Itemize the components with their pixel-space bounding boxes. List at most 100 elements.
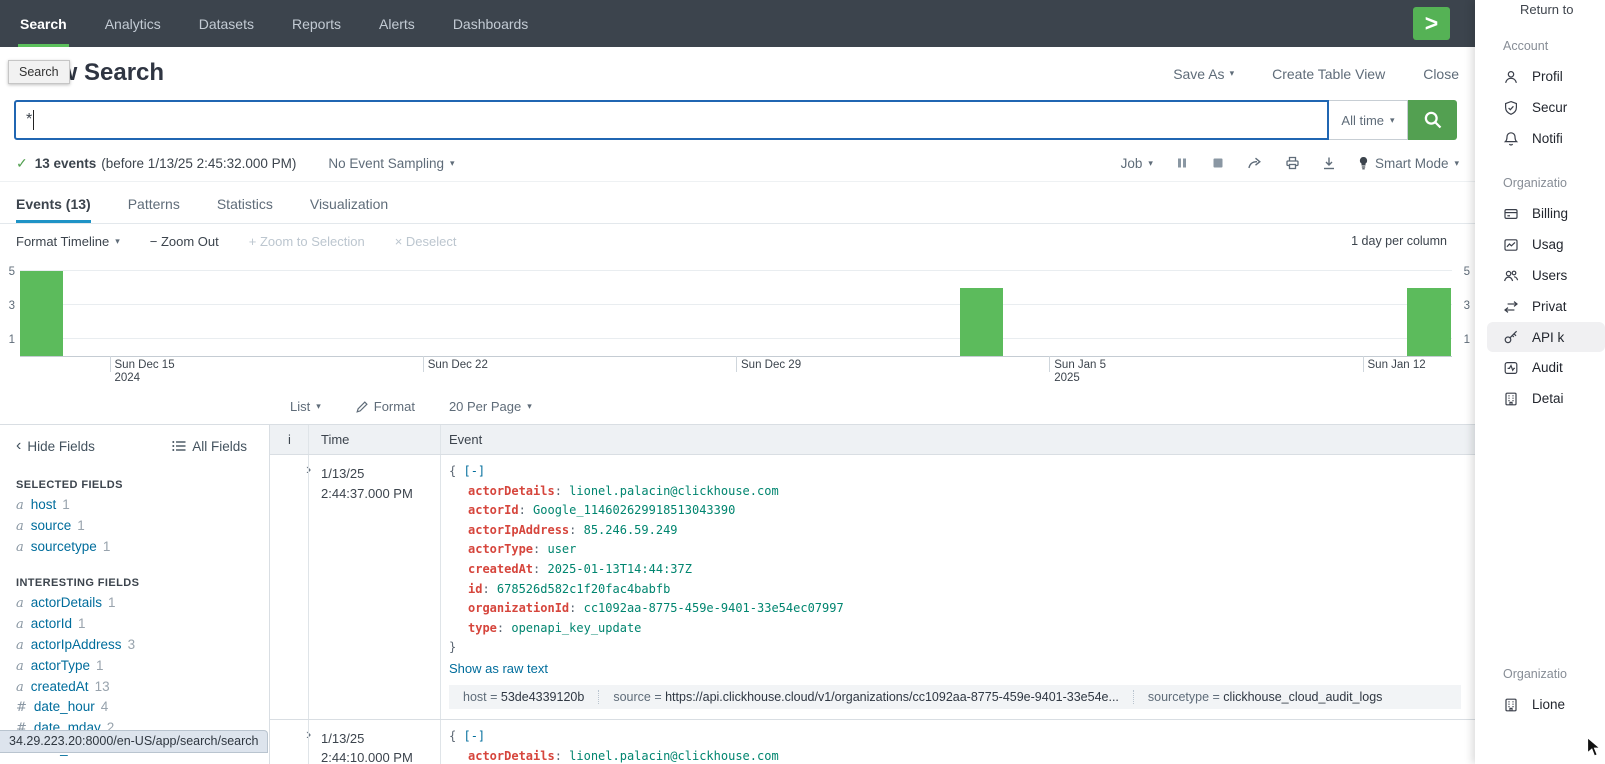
json-key[interactable]: createdAt — [468, 562, 533, 576]
field-actoripaddress[interactable]: aactorIpAddress3 — [16, 635, 269, 656]
print-button[interactable] — [1285, 156, 1300, 170]
share-button[interactable] — [1247, 156, 1263, 170]
panel-item-private-endpoints[interactable]: Privat — [1475, 291, 1605, 322]
json-value[interactable]: cc1092aa-8775-459e-9401-33e54ec07997 — [584, 601, 844, 615]
json-key[interactable]: actorIpAddress — [468, 523, 569, 537]
smart-mode-label: Smart Mode — [1375, 156, 1449, 171]
view-mode-menu[interactable]: List▾ — [290, 399, 321, 414]
return-to-link[interactable]: Return to — [1520, 2, 1605, 17]
caret-down-icon: ▾ — [1390, 115, 1395, 126]
all-fields-button[interactable]: All Fields — [172, 439, 247, 454]
field-createdat[interactable]: acreatedAt13 — [16, 677, 269, 698]
tab-events[interactable]: Events (13) — [16, 196, 91, 223]
tab-visualization[interactable]: Visualization — [310, 196, 388, 223]
field-date-hour[interactable]: #date_hour4 — [16, 697, 269, 718]
panel-item-audit[interactable]: Audit — [1475, 352, 1605, 383]
json-value[interactable]: 85.246.59.249 — [584, 523, 678, 537]
json-value[interactable]: lionel.palacin@clickhouse.com — [569, 749, 779, 763]
field-sourcetype[interactable]: asourcetype1 — [16, 537, 269, 558]
json-value[interactable]: lionel.palacin@clickhouse.com — [569, 484, 779, 498]
gridline — [20, 270, 1452, 271]
event-1-time[interactable]: 1/13/25 2:44:37.000 PM — [308, 455, 440, 719]
json-key[interactable]: actorDetails — [468, 484, 555, 498]
search-mode-menu[interactable]: Smart Mode ▾ — [1358, 156, 1459, 171]
nav-item-analytics[interactable]: Analytics — [105, 0, 161, 47]
panel-item-users[interactable]: Users — [1475, 260, 1605, 291]
show-raw-text-link[interactable]: Show as raw text — [449, 661, 548, 676]
col-header-event: Event — [440, 425, 1475, 454]
json-key[interactable]: actorDetails — [468, 749, 555, 763]
gridline — [20, 338, 1452, 339]
pause-button[interactable] — [1175, 156, 1189, 170]
per-page-menu[interactable]: 20 Per Page▾ — [449, 399, 532, 414]
zoom-out-button[interactable]: − Zoom Out — [150, 234, 219, 249]
job-label: Job — [1121, 156, 1143, 171]
search-button[interactable] — [1408, 100, 1457, 140]
chevron-left-icon: ‹ — [16, 437, 21, 455]
meta-sourcetype[interactable]: sourcetype = clickhouse_cloud_audit_logs — [1133, 690, 1397, 704]
json-value[interactable]: 2025-01-13T14:44:37Z — [547, 562, 692, 576]
splunk-logo[interactable]: > — [1413, 7, 1450, 40]
panel-item-api-keys[interactable]: API k — [1487, 322, 1605, 352]
search-input[interactable]: * — [14, 100, 1329, 140]
tab-statistics[interactable]: Statistics — [217, 196, 273, 223]
meta-source[interactable]: source = https://api.clickhouse.cloud/v1… — [598, 690, 1133, 704]
json-value[interactable]: 678526d582c1f20fac4babfb — [497, 582, 670, 596]
json-key[interactable]: actorType — [468, 542, 533, 556]
event-1-meta: host = 53de4339120b source = https://api… — [449, 685, 1461, 709]
close-button[interactable]: Close — [1423, 66, 1459, 82]
caret-down-icon: ▾ — [450, 158, 455, 169]
panel-item-details[interactable]: Detai — [1475, 383, 1605, 414]
panel-item-profile[interactable]: Profil — [1475, 61, 1605, 92]
search-query-text: * — [26, 111, 32, 129]
event-sampling-menu[interactable]: No Event Sampling▾ — [328, 156, 454, 171]
job-menu[interactable]: Job▾ — [1121, 156, 1153, 171]
timeline-bar[interactable] — [1407, 288, 1450, 356]
hide-fields-button[interactable]: ‹Hide Fields — [16, 437, 95, 455]
panel-item-organization[interactable]: Lione — [1475, 689, 1605, 720]
export-button[interactable] — [1322, 156, 1336, 170]
bell-icon — [1503, 131, 1519, 147]
collapse-toggle[interactable]: [-] — [463, 464, 485, 478]
field-source[interactable]: asource1 — [16, 516, 269, 537]
collapse-toggle[interactable]: [-] — [463, 729, 485, 743]
json-key[interactable]: type — [468, 621, 497, 635]
meta-host[interactable]: host = 53de4339120b — [449, 690, 598, 704]
json-key[interactable]: id — [468, 582, 482, 596]
deselect-button[interactable]: × Deselect — [395, 234, 457, 249]
panel-item-notifications[interactable]: Notifi — [1475, 123, 1605, 154]
tab-patterns[interactable]: Patterns — [128, 196, 180, 223]
field-actorid[interactable]: aactorId1 — [16, 614, 269, 635]
field-host[interactable]: ahost1 — [16, 495, 269, 516]
event-2-time[interactable]: 1/13/25 2:44:10.000 PM — [308, 720, 440, 764]
create-table-view-button[interactable]: Create Table View — [1272, 66, 1385, 82]
field-count: 1 — [103, 539, 111, 554]
panel-item-label: Notifi — [1532, 131, 1563, 146]
panel-item-security[interactable]: Secur — [1475, 92, 1605, 123]
nav-item-dashboards[interactable]: Dashboards — [453, 0, 529, 47]
panel-item-usage[interactable]: Usag — [1475, 229, 1605, 260]
save-as-button[interactable]: Save As▾ — [1173, 66, 1234, 82]
nav-item-alerts[interactable]: Alerts — [379, 0, 415, 47]
timeline-plot[interactable]: 113355 — [20, 264, 1452, 357]
format-timeline-menu[interactable]: Format Timeline▾ — [16, 234, 120, 249]
time-range-picker[interactable]: All time ▾ — [1329, 100, 1408, 140]
field-actortype[interactable]: aactorType1 — [16, 656, 269, 677]
format-results-button[interactable]: Format — [355, 399, 415, 414]
panel-item-billing[interactable]: Billing — [1475, 198, 1605, 229]
json-key[interactable]: organizationId — [468, 601, 569, 615]
json-key[interactable]: actorId — [468, 503, 519, 517]
json-value[interactable]: openapi_key_update — [511, 621, 641, 635]
nav-item-datasets[interactable]: Datasets — [199, 0, 254, 47]
nav-item-search[interactable]: Search — [20, 0, 67, 47]
zoom-to-selection-button[interactable]: + Zoom to Selection — [249, 234, 365, 249]
x-axis-tick — [736, 356, 737, 372]
nav-item-reports[interactable]: Reports — [292, 0, 341, 47]
timeline-bar[interactable] — [960, 288, 1003, 356]
field-actordetails[interactable]: aactorDetails1 — [16, 593, 269, 614]
json-value[interactable]: user — [547, 542, 576, 556]
json-value[interactable]: Google_114602629918513043390 — [533, 503, 735, 517]
panel-item-label: Privat — [1532, 299, 1567, 314]
timeline-bar[interactable] — [20, 271, 63, 356]
stop-button[interactable] — [1211, 156, 1225, 170]
